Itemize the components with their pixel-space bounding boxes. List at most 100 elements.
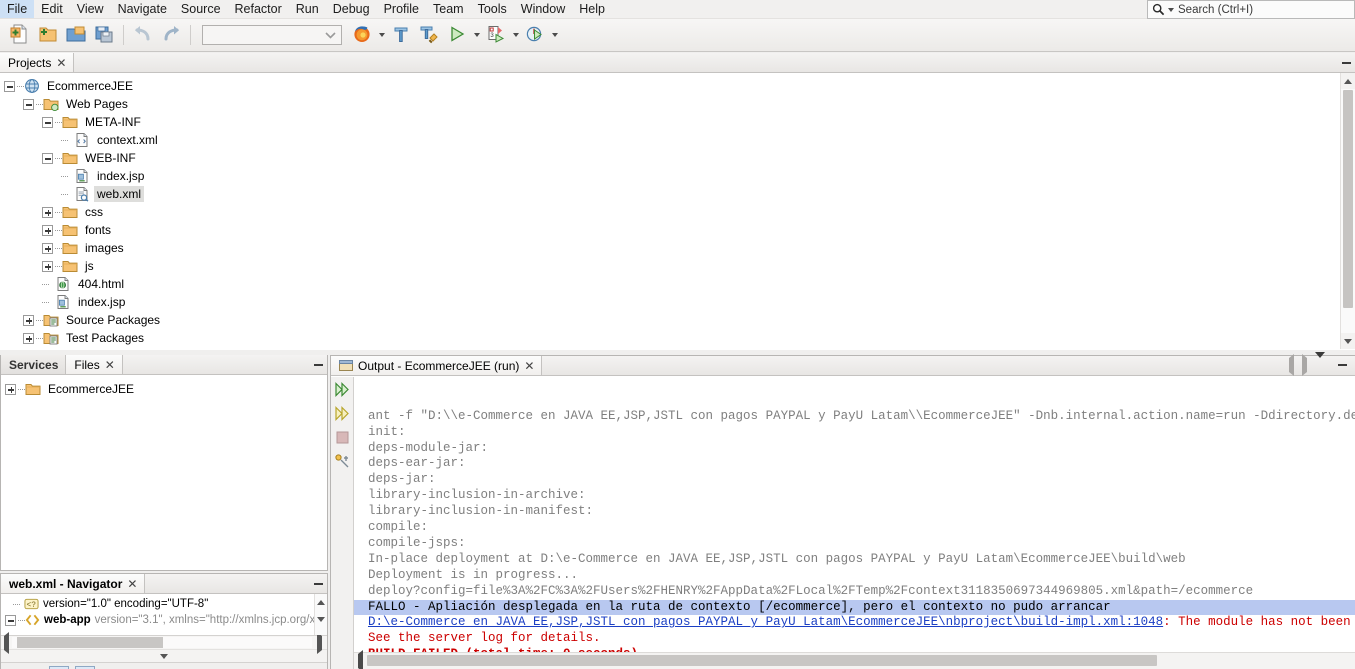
- minimize-navigator-button[interactable]: [309, 574, 327, 593]
- close-icon[interactable]: ✕: [127, 578, 137, 590]
- menu-item-help[interactable]: Help: [572, 0, 612, 18]
- tree-node[interactable]: WEB-INF: [4, 149, 1355, 167]
- projects-vertical-scrollbar[interactable]: [1340, 73, 1355, 349]
- menu-item-tools[interactable]: Tools: [471, 0, 514, 18]
- menu-item-source[interactable]: Source: [174, 0, 228, 18]
- tab-navigator[interactable]: web.xml - Navigator ✕: [1, 574, 146, 593]
- scroll-down-button[interactable]: [315, 611, 327, 628]
- chevron-down-icon[interactable]: [325, 28, 336, 42]
- scrollbar-thumb[interactable]: [1343, 90, 1353, 308]
- search-dropdown-icon[interactable]: [1168, 7, 1174, 12]
- stop-icon[interactable]: [334, 429, 351, 446]
- clean-build-project-button[interactable]: [415, 21, 443, 49]
- redo-button[interactable]: [157, 21, 185, 49]
- menu-item-debug[interactable]: Debug: [326, 0, 377, 18]
- prev-output-icon[interactable]: [1289, 354, 1294, 376]
- menu-item-refactor[interactable]: Refactor: [228, 0, 289, 18]
- output-text-area[interactable]: ant -f "D:\\e-Commerce en JAVA EE,JSP,JS…: [354, 377, 1355, 669]
- profile-project-button[interactable]: [521, 21, 549, 49]
- collapse-icon[interactable]: [5, 614, 16, 626]
- next-output-icon[interactable]: [1302, 354, 1307, 376]
- output-horizontal-scrollbar[interactable]: [354, 650, 1355, 669]
- tree-node[interactable]: EcommerceJEE: [5, 380, 327, 398]
- menu-item-profile[interactable]: Profile: [377, 0, 426, 18]
- collapse-icon[interactable]: [4, 80, 15, 92]
- projects-tree[interactable]: EcommerceJEE Web Pages META-INF context.xml…: [0, 73, 1355, 347]
- tree-node[interactable]: fonts: [4, 221, 1355, 239]
- tab-projects[interactable]: Projects ✕: [0, 53, 75, 72]
- tree-node[interactable]: EcommerceJEE: [4, 77, 1355, 95]
- output-link[interactable]: D:\e-Commerce en JAVA EE,JSP,JSTL con pa…: [368, 615, 1163, 629]
- menu-item-file[interactable]: File: [0, 0, 35, 18]
- menu-item-edit[interactable]: Edit: [34, 0, 70, 18]
- expand-icon[interactable]: [42, 206, 53, 218]
- scrollbar-thumb[interactable]: [17, 637, 163, 648]
- scroll-left-button[interactable]: [4, 631, 9, 654]
- output-line[interactable]: FALLO - Apliación desplegada en la ruta …: [354, 599, 1355, 616]
- scroll-left-button[interactable]: [358, 650, 363, 669]
- menu-item-navigate[interactable]: Navigate: [111, 0, 174, 18]
- tab-services[interactable]: Services: [1, 355, 67, 374]
- navigator-vertical-scrollbar[interactable]: [314, 594, 327, 635]
- minimize-output-button[interactable]: [1333, 364, 1351, 366]
- collapse-icon[interactable]: [23, 98, 34, 110]
- output-line[interactable]: D:\e-Commerce en JAVA EE,JSP,JSTL con pa…: [354, 615, 1355, 631]
- minimize-files-button[interactable]: [309, 355, 327, 374]
- menu-item-window[interactable]: Window: [514, 0, 572, 18]
- rerun-green-icon[interactable]: [334, 381, 351, 398]
- scroll-up-button[interactable]: [1341, 73, 1355, 89]
- expand-icon[interactable]: [42, 224, 53, 236]
- tree-node[interactable]: 404.html: [4, 275, 1355, 293]
- expand-icon[interactable]: [23, 332, 34, 344]
- scroll-up-button[interactable]: [315, 594, 327, 611]
- new-file-button[interactable]: [6, 21, 34, 49]
- output-dropdown-icon[interactable]: [1315, 352, 1325, 372]
- expand-icon[interactable]: [23, 314, 34, 326]
- rerun-yellow-icon[interactable]: [334, 405, 351, 422]
- tree-node[interactable]: META-INF: [4, 113, 1355, 131]
- scroll-down-button[interactable]: [1341, 333, 1355, 349]
- navigator-horizontal-scrollbar[interactable]: [1, 631, 327, 654]
- debug-project-button[interactable]: 3: [482, 21, 510, 49]
- navigator-row[interactable]: <? version="1.0" encoding="UTF-8": [1, 596, 327, 612]
- collapse-icon[interactable]: [42, 116, 53, 128]
- expand-icon[interactable]: [5, 383, 16, 395]
- tree-node[interactable]: Source Packages: [4, 311, 1355, 329]
- output-settings-icon[interactable]: [334, 453, 351, 470]
- navigator-tree[interactable]: <? version="1.0" encoding="UTF-8" web-app v…: [1, 594, 327, 628]
- browser-select-button[interactable]: [348, 21, 376, 49]
- scrollbar-thumb[interactable]: [367, 655, 1157, 666]
- expand-icon[interactable]: [42, 242, 53, 254]
- tree-node[interactable]: images: [4, 239, 1355, 257]
- project-configuration-combo[interactable]: [202, 25, 342, 45]
- search-box[interactable]: Search (Ctrl+I): [1147, 0, 1355, 19]
- tree-node[interactable]: Web Pages: [4, 95, 1355, 113]
- expand-icon[interactable]: [42, 260, 53, 272]
- scroll-right-button[interactable]: [317, 631, 322, 654]
- debug-dropdown-button[interactable]: [510, 22, 521, 48]
- tree-node[interactable]: context.xml: [4, 131, 1355, 149]
- tree-node[interactable]: index.jsp: [4, 293, 1355, 311]
- run-project-button[interactable]: [443, 21, 471, 49]
- build-project-button[interactable]: [387, 21, 415, 49]
- run-dropdown-button[interactable]: [471, 22, 482, 48]
- tree-node[interactable]: web.xml: [4, 185, 1355, 203]
- browser-dropdown-button[interactable]: [376, 22, 387, 48]
- tab-output[interactable]: Output - EcommerceJEE (run) ✕: [331, 356, 543, 375]
- new-project-button[interactable]: [34, 21, 62, 49]
- open-project-button[interactable]: [62, 21, 90, 49]
- navigator-row[interactable]: web-app version="3.1", xmlns="http://xmln…: [1, 612, 327, 628]
- navigator-expand-handle[interactable]: [1, 649, 327, 662]
- undo-button[interactable]: [129, 21, 157, 49]
- menu-item-team[interactable]: Team: [426, 0, 471, 18]
- tree-node[interactable]: Test Packages: [4, 329, 1355, 347]
- tab-files[interactable]: Files ✕: [66, 355, 123, 374]
- tree-node[interactable]: js: [4, 257, 1355, 275]
- minimize-projects-button[interactable]: [1337, 53, 1355, 72]
- profile-dropdown-button[interactable]: [549, 22, 560, 48]
- tree-node[interactable]: css: [4, 203, 1355, 221]
- files-tree[interactable]: EcommerceJEE: [1, 375, 327, 398]
- close-icon[interactable]: ✕: [105, 359, 115, 371]
- collapse-icon[interactable]: [42, 152, 53, 164]
- save-all-button[interactable]: [90, 21, 118, 49]
